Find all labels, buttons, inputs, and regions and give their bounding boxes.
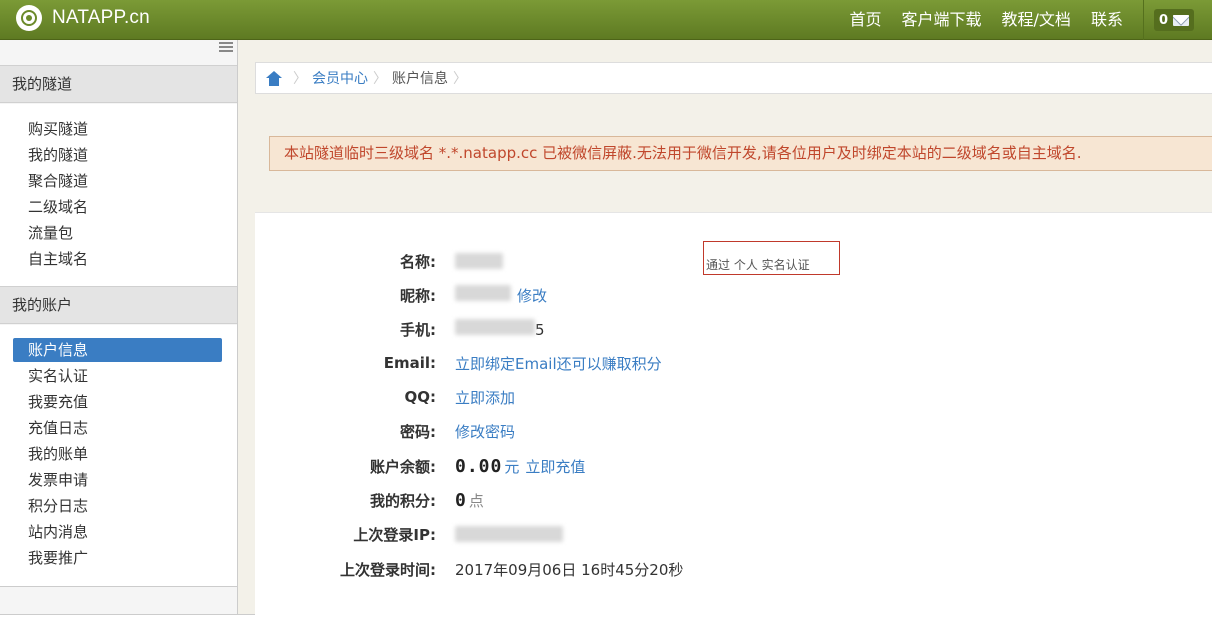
nav-divider [1142,0,1144,40]
sidebar-account-list: 账户信息 实名认证 我要充值 充值日志 我的账单 发票申请 积分日志 站内消息 … [0,325,237,587]
last-ip-label: 上次登录IP: [353,525,436,544]
edit-nickname-link[interactable]: 修改 [517,285,547,306]
email-label: Email: [383,354,436,372]
name-value: 通过 个人 实名认证 [455,241,840,275]
message-count: 0 [1158,12,1168,28]
main-nav: 首页 客户端下载 教程/文档 联系 0 [840,0,1212,40]
row-nickname: 昵称: 修改 [255,280,1212,310]
balance-label: 账户余额: [370,457,436,476]
add-qq-link[interactable]: 立即添加 [455,387,515,408]
sidebar-item-messages[interactable]: 站内消息 [0,519,237,545]
envelope-icon [1173,14,1189,26]
site-logo[interactable]: NATAPP.cn [16,5,150,31]
points-label: 我的积分: [370,491,436,510]
top-navbar: NATAPP.cn 首页 客户端下载 教程/文档 联系 0 [0,0,1212,40]
phone-label: 手机: [400,320,436,339]
row-email: Email: 立即绑定Email还可以赚取积分 [255,348,1212,378]
nav-client-download[interactable]: 客户端下载 [892,0,992,40]
sidebar-item-promotion[interactable]: 我要推广 [0,545,237,571]
password-label: 密码: [400,422,436,441]
sidebar-item-invoice[interactable]: 发票申请 [0,467,237,493]
row-points: 我的积分: 0 点 [255,485,1212,515]
nickname-redacted [455,284,511,301]
row-qq: QQ: 立即添加 [255,382,1212,412]
breadcrumb-member-center[interactable]: 会员中心 [312,68,368,88]
sidebar-tunnel-list: 购买隧道 我的隧道 聚合隧道 二级域名 流量包 自主域名 [0,104,237,286]
nav-contact[interactable]: 联系 [1081,0,1133,40]
sidebar-item-recharge[interactable]: 我要充值 [0,389,237,415]
messages-button[interactable]: 0 [1153,9,1194,31]
last-login-time-value: 2017年09月06日 16时45分20秒 [455,560,684,579]
balance-unit: 元 [504,457,520,476]
row-balance: 账户余额: 0.00 元 立即充值 [255,451,1212,481]
sidebar-section-tunnels[interactable]: 我的隧道 [0,65,237,103]
phone-tail: 5 [535,321,545,339]
sidebar-collapse-icon[interactable] [219,42,233,54]
breadcrumb: 〉 会员中心 〉 账户信息 〉 [255,62,1212,94]
points-unit: 点 [468,491,484,510]
phone-redacted [455,319,535,335]
qq-label: QQ: [404,388,436,406]
nav-home[interactable]: 首页 [840,0,892,40]
home-icon[interactable] [266,70,282,86]
recharge-link[interactable]: 立即充值 [525,456,585,477]
sidebar-item-my-bills[interactable]: 我的账单 [0,441,237,467]
sidebar-item-recharge-log[interactable]: 充值日志 [0,415,237,441]
real-name-badge: 通过 个人 实名认证 [703,241,840,275]
sidebar-item-my-tunnels[interactable]: 我的隧道 [0,142,237,168]
bind-email-link[interactable]: 立即绑定Email还可以赚取积分 [455,353,662,374]
change-password-link[interactable]: 修改密码 [455,421,515,442]
name-redacted [455,253,503,269]
nav-tutorial-docs[interactable]: 教程/文档 [992,0,1081,40]
nickname-label: 昵称: [400,286,436,305]
sidebar: 我的隧道 购买隧道 我的隧道 聚合隧道 二级域名 流量包 自主域名 我的账户 账… [0,40,238,620]
sidebar-item-second-level-domain[interactable]: 二级域名 [0,194,237,220]
points-value: 0 [455,489,467,511]
logo-text: NATAPP.cn [52,7,150,28]
row-last-login-time: 上次登录时间: 2017年09月06日 16时45分20秒 [255,554,1212,584]
row-last-ip: 上次登录IP: [255,519,1212,549]
sidebar-item-real-name[interactable]: 实名认证 [0,363,237,389]
logo-icon [16,5,42,31]
sidebar-section-account[interactable]: 我的账户 [0,286,237,324]
last-ip-redacted [455,526,563,542]
row-name: 名称: 通过 个人 实名认证 [255,241,1212,276]
name-label: 名称: [400,252,436,271]
sidebar-item-traffic-pack[interactable]: 流量包 [0,220,237,246]
sidebar-item-custom-domain[interactable]: 自主域名 [0,246,237,272]
breadcrumb-current: 账户信息 [392,71,448,87]
account-info-panel: 名称: 通过 个人 实名认证 昵称: 修改 手机: 5 Email: 立即绑定E… [255,212,1212,620]
sidebar-item-points-log[interactable]: 积分日志 [0,493,237,519]
row-phone: 手机: 5 [255,314,1212,344]
sidebar-item-buy-tunnel[interactable]: 购买隧道 [0,116,237,142]
sidebar-item-account-info[interactable]: 账户信息 [13,338,222,362]
wechat-block-alert: 本站隧道临时三级域名 *.*.natapp.cc 已被微信屏蔽.无法用于微信开发… [269,136,1212,171]
balance-value: 0.00 [455,455,503,477]
sidebar-divider [0,586,237,587]
sidebar-item-aggregate-tunnel[interactable]: 聚合隧道 [0,168,237,194]
last-login-time-label: 上次登录时间: [340,560,436,579]
row-password: 密码: 修改密码 [255,416,1212,446]
